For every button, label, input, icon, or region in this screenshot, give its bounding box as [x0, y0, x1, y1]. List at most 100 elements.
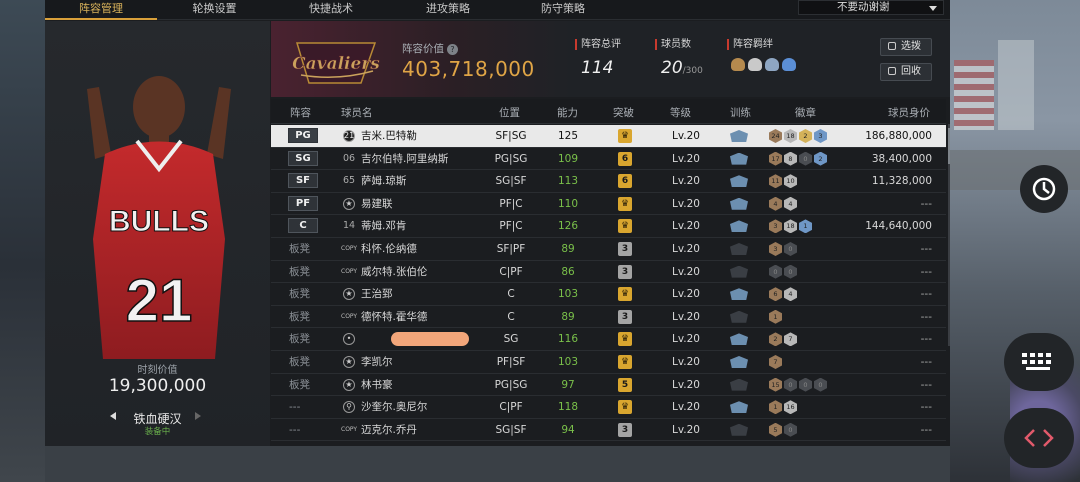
shield-icon[interactable] [730, 152, 748, 165]
copy-icon: COPY [341, 245, 358, 252]
table-row[interactable]: PF ★ 易建联 PF|C 110 ♛ Lv.20 4 4 --- [271, 193, 946, 216]
keyboard-float-button[interactable] [1004, 333, 1074, 391]
bond-team-icon[interactable] [765, 58, 779, 71]
badge-hex: 16 [784, 400, 797, 415]
player-ability: 97 [561, 378, 575, 391]
table-row[interactable]: SF 65 萨姆.琼斯 SG|SF 113 6 Lv.20 11 10 11,328,000 [271, 170, 946, 193]
jersey-team-text: BULLS [109, 205, 209, 238]
question-icon[interactable]: ? [447, 43, 458, 55]
table-row[interactable]: --- ⚲ 沙奎尔.奥尼尔 C|PF 118 ♛ Lv.20 1 16 --- [271, 396, 946, 419]
star-icon: ★ [341, 374, 357, 396]
badge-hex: 0 [784, 422, 797, 437]
player-ability: 110 [557, 197, 579, 210]
shield-icon[interactable] [730, 265, 748, 278]
crown-icon: ♛ [618, 355, 632, 369]
table-row[interactable]: 板凳 ★ 林书豪 PG|SG 97 5 Lv.20 15 0 0 0 --- [271, 374, 946, 397]
table-row[interactable]: 板凳 COPY 科怀.伦纳德 SF|PF 89 3 Lv.20 3 0 --- [271, 238, 946, 261]
header-position[interactable]: 位置 [499, 105, 520, 120]
select-button[interactable]: 选拨 [880, 38, 932, 56]
header-player-name[interactable]: 球员名 [341, 105, 373, 120]
tab-quick-tactics[interactable]: 快捷战术 [272, 0, 390, 20]
scrollbar-thumb[interactable] [948, 128, 950, 164]
shield-icon[interactable] [730, 423, 748, 436]
badge-group: 7 [769, 355, 782, 369]
shield-icon[interactable] [730, 310, 748, 323]
player-position: SF|PF [496, 243, 526, 255]
shield-icon[interactable] [730, 220, 748, 233]
refresh-icon [888, 42, 896, 50]
shield-icon[interactable] [730, 243, 748, 255]
table-row[interactable]: 板凳 COPY 威尔特.张伯伦 C|PF 86 3 Lv.20 0 0 --- [271, 261, 946, 284]
pin-icon: ⚲ [341, 396, 357, 418]
badge-hex: 0 [784, 377, 797, 392]
player-level: Lv.20 [672, 333, 700, 346]
table-row[interactable]: --- COPY 迈克尔.乔丹 SG|SF 94 3 Lv.20 5 0 --- [271, 419, 946, 442]
skin-next-icon[interactable] [195, 412, 201, 420]
scrollbar[interactable] [948, 124, 950, 346]
bond-bronze-icon[interactable] [731, 58, 745, 71]
shield-icon[interactable] [730, 356, 748, 368]
shield-icon[interactable] [730, 288, 748, 301]
player-name: 迈克尔.乔丹 [361, 423, 417, 436]
shield-icon[interactable] [730, 401, 748, 414]
game-window: 阵容管理 轮换设置 快捷战术 进攻策略 防守策略 不要动谢谢 BULLS 21 … [45, 0, 950, 446]
shield-icon[interactable] [730, 175, 748, 188]
badge-hex: 8 [784, 151, 797, 166]
shield-icon[interactable] [730, 130, 748, 142]
header-ability[interactable]: 能力 [557, 105, 578, 120]
position-slot-badge[interactable]: PF [288, 195, 318, 211]
cavaliers-logo: Cavaliers [292, 42, 381, 84]
header-breakthrough[interactable]: 突破 [613, 105, 634, 120]
player-level: Lv.20 [672, 243, 700, 255]
player-salary: --- [920, 356, 932, 368]
player-count-label: 球员数 [655, 39, 725, 50]
header-training[interactable]: 训练 [730, 105, 751, 120]
badge-hex: 0 [784, 242, 797, 256]
table-row[interactable]: 板凳 • SG 116 ♛ Lv.20 2 7 --- [271, 328, 946, 351]
code-float-button[interactable] [1004, 408, 1074, 468]
player-name: 蒂姆.邓肯 [361, 220, 407, 233]
table-row[interactable]: 板凳 COPY 德怀特.霍华德 C 89 3 Lv.20 1 --- [271, 306, 946, 329]
player-level: Lv.20 [672, 310, 700, 323]
tab-defense-strategy[interactable]: 防守策略 [506, 0, 620, 20]
header-badges[interactable]: 徽章 [795, 105, 816, 120]
recycle-button-label: 回收 [901, 66, 921, 77]
overall-rating-label: 阵容总评 [575, 39, 645, 50]
position-slot-badge[interactable]: SF [288, 173, 318, 189]
tab-rotation-settings[interactable]: 轮换设置 [157, 0, 272, 20]
badge-hex: 2 [769, 332, 782, 347]
bond-silver-icon[interactable] [748, 58, 762, 71]
player-name: 萨姆.琼斯 [361, 175, 407, 188]
bond-blue-icon[interactable] [782, 58, 796, 71]
shield-icon[interactable] [730, 378, 748, 391]
star-icon: ★ [341, 351, 357, 373]
table-row[interactable]: PG 21 吉米.巴特勒 SF|SG 125 ♛ Lv.20 24 18 2 3 186,880,00… [271, 125, 946, 148]
recycle-button[interactable]: 回收 [880, 63, 932, 81]
shield-icon[interactable] [730, 197, 748, 210]
tab-lineup-management[interactable]: 阵容管理 [45, 0, 157, 20]
player-name: 沙奎尔.奥尼尔 [361, 401, 428, 414]
header-salary[interactable]: 球员身价 [888, 105, 930, 120]
clock-float-button[interactable] [1020, 165, 1068, 213]
position-slot-badge[interactable]: PG [288, 128, 318, 143]
player-ability: 125 [557, 130, 579, 142]
dropdown-selected: 不要动谢谢 [837, 1, 890, 13]
skin-prev-icon[interactable] [110, 412, 116, 420]
position-slot-badge[interactable]: SG [288, 150, 318, 166]
background-left [0, 0, 45, 482]
table-row[interactable]: 板凳 ★ 李凯尔 PF|SF 103 ♛ Lv.20 7 --- [271, 351, 946, 374]
lineup-dropdown[interactable]: 不要动谢谢 [798, 0, 944, 15]
player-ability: 103 [557, 288, 579, 301]
slot-label: 板凳 [289, 378, 310, 391]
slot-label: 板凳 [289, 288, 310, 301]
table-row[interactable]: C 14 蒂姆.邓肯 PF|C 126 ♛ Lv.20 3 18 1 144,640,000 [271, 215, 946, 238]
header-level[interactable]: 等级 [670, 105, 691, 120]
header-slot[interactable]: 阵容 [290, 105, 311, 120]
shield-icon[interactable] [730, 333, 748, 346]
badge-hex: 3 [769, 242, 782, 256]
jersey-number: 65 [342, 175, 356, 187]
tab-offense-strategy[interactable]: 进攻策略 [390, 0, 506, 20]
table-row[interactable]: SG 06 吉尔伯特.阿里纳斯 PG|SG 109 6 Lv.20 17 8 0 2 38,400,0… [271, 148, 946, 171]
table-row[interactable]: 板凳 ★ 王治郅 C 103 ♛ Lv.20 6 4 --- [271, 283, 946, 306]
position-slot-badge[interactable]: C [288, 218, 318, 234]
